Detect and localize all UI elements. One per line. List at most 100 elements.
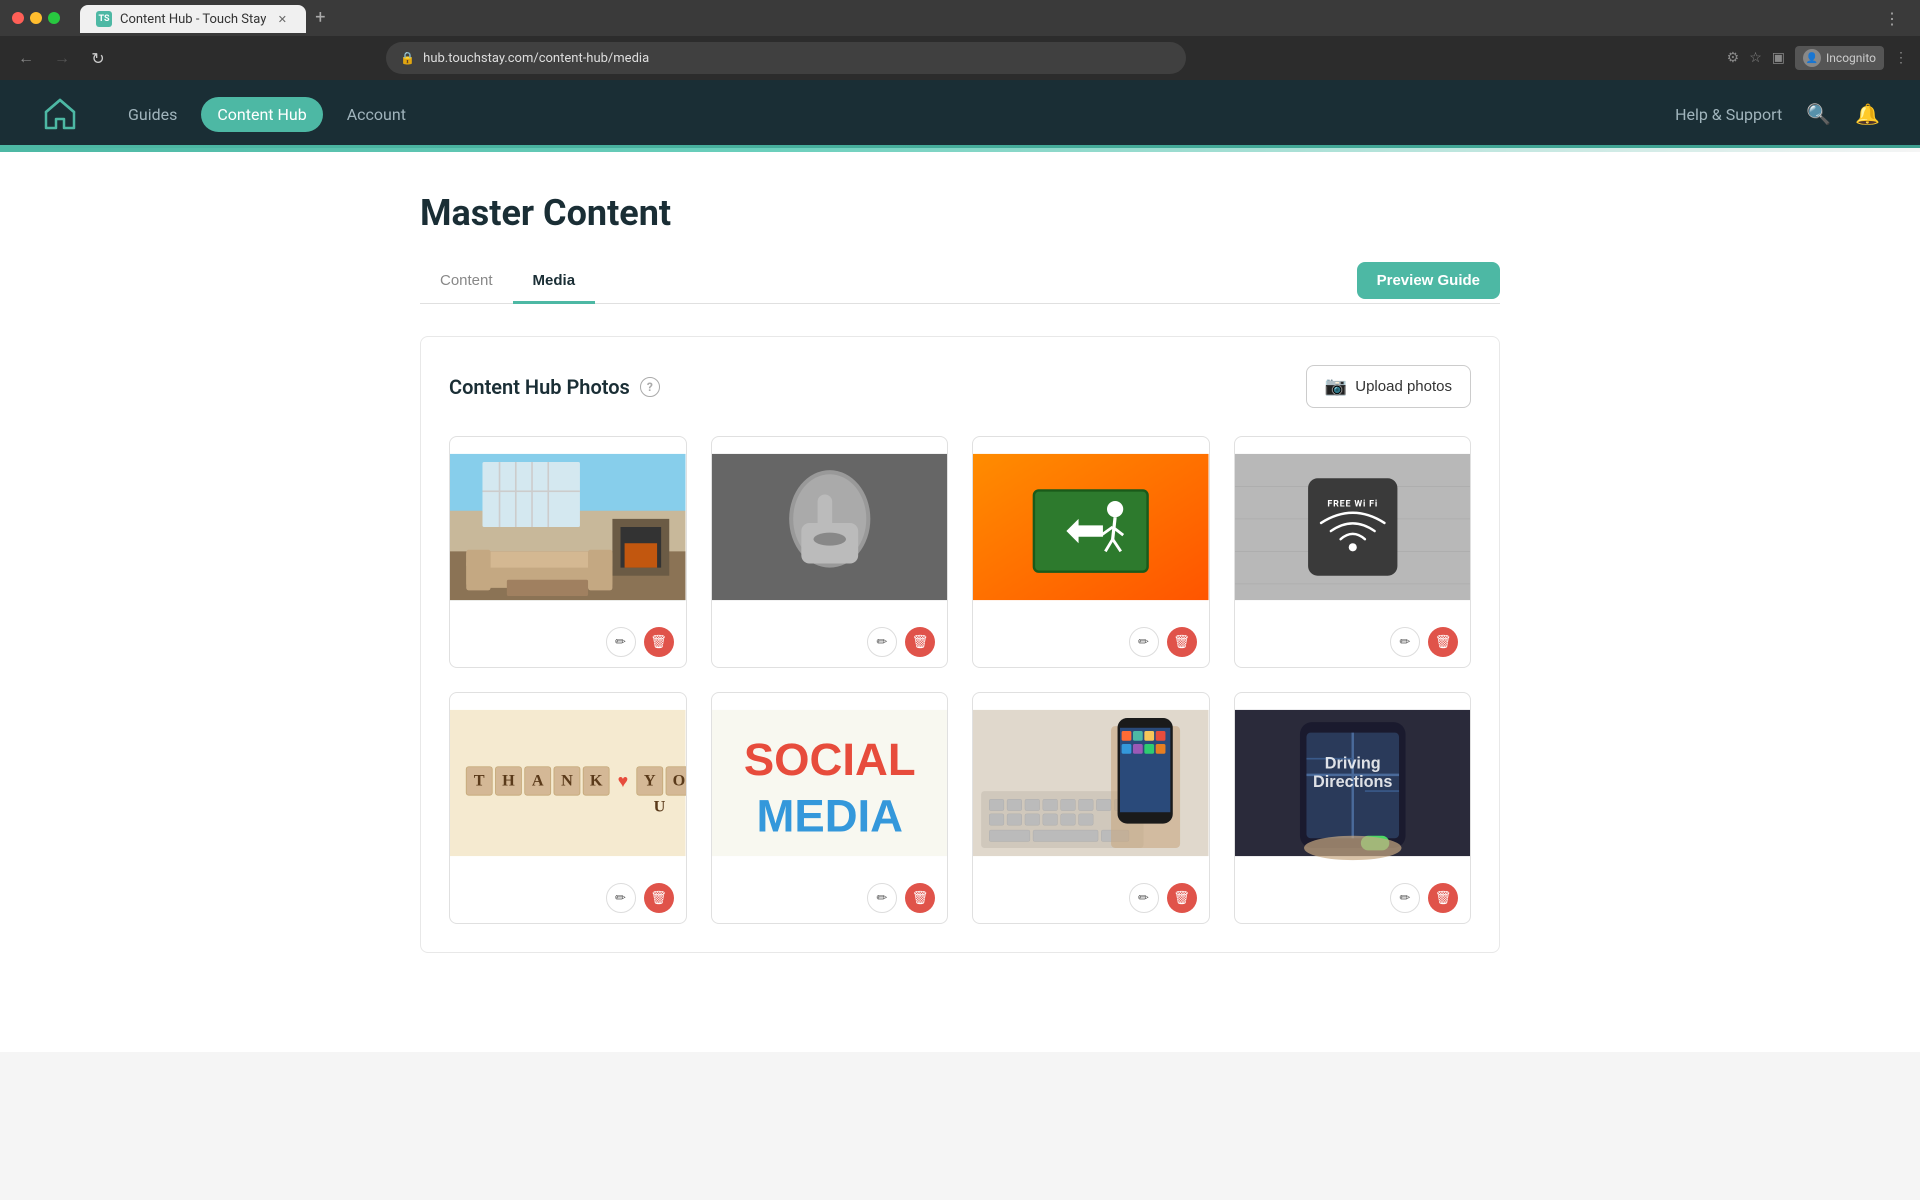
browser-addressbar: ← → ↻ 🔒 hub.touchstay.com/content-hub/me…: [0, 36, 1920, 80]
delete-photo-button[interactable]: 🗑: [1428, 883, 1458, 913]
tab-content[interactable]: Content: [420, 262, 513, 303]
tab-media[interactable]: Media: [513, 262, 596, 303]
edit-photo-button[interactable]: ✏: [867, 627, 897, 657]
home-icon: [42, 96, 78, 132]
svg-text:MEDIA: MEDIA: [756, 791, 903, 842]
svg-text:U: U: [654, 797, 666, 815]
photo-card-actions: ✏ 🗑: [1235, 873, 1471, 923]
svg-text:O: O: [673, 771, 686, 789]
photo-card: FREE Wi Fi ✏ 🗑: [1234, 436, 1472, 668]
edit-photo-button[interactable]: ✏: [1390, 627, 1420, 657]
tab-close-button[interactable]: ✕: [274, 11, 290, 27]
photo-image-wrapper: [973, 693, 1209, 873]
nav-links: Guides Content Hub Account: [112, 97, 422, 132]
traffic-lights: [12, 12, 60, 24]
photos-title-group: Content Hub Photos ?: [449, 375, 660, 399]
minimize-window-button[interactable]: [30, 12, 42, 24]
browser-titlebar: TS Content Hub - Touch Stay ✕ + ⋮: [0, 0, 1920, 36]
photos-section: Content Hub Photos ? 📷 Upload photos: [420, 336, 1500, 953]
help-support-link[interactable]: Help & Support: [1675, 105, 1782, 124]
edit-photo-button[interactable]: ✏: [1129, 627, 1159, 657]
edit-photo-button[interactable]: ✏: [867, 883, 897, 913]
photo-image-wrapper: [973, 437, 1209, 617]
photo-image-socialmedia: SOCIAL MEDIA: [712, 693, 948, 873]
sidebar-icon[interactable]: ▣: [1772, 50, 1785, 66]
svg-text:N: N: [561, 771, 573, 789]
photo-image-wrapper: SOCIAL MEDIA: [712, 693, 948, 873]
edit-photo-button[interactable]: ✏: [1129, 883, 1159, 913]
nav-content-hub[interactable]: Content Hub: [201, 97, 322, 132]
upload-photos-label: Upload photos: [1355, 378, 1452, 395]
extensions-icon[interactable]: ⚙: [1727, 50, 1740, 66]
edit-photo-button[interactable]: ✏: [606, 883, 636, 913]
delete-photo-button[interactable]: 🗑: [1167, 627, 1197, 657]
photo-card: ✏ 🗑: [972, 692, 1210, 924]
app-logo[interactable]: [40, 94, 80, 134]
reload-button[interactable]: ↻: [84, 44, 112, 72]
photo-image-living-room: [450, 437, 686, 617]
photos-header: Content Hub Photos ? 📷 Upload photos: [449, 365, 1471, 408]
photo-image-wrapper: FREE Wi Fi: [1235, 437, 1471, 617]
help-tooltip-icon[interactable]: ?: [640, 377, 660, 397]
window-controls-right: ⋮: [1884, 9, 1908, 28]
svg-text:Driving: Driving: [1324, 754, 1380, 772]
photo-image-wrapper: Driving Directions: [1235, 693, 1471, 873]
svg-text:H: H: [502, 771, 515, 789]
photos-section-title: Content Hub Photos: [449, 375, 630, 399]
delete-photo-button[interactable]: 🗑: [1428, 627, 1458, 657]
svg-text:FREE Wi Fi: FREE Wi Fi: [1327, 500, 1378, 510]
content-wrapper: Master Content Content Media Preview Gui…: [0, 152, 1920, 1052]
preview-guide-button[interactable]: Preview Guide: [1357, 262, 1500, 299]
edit-photo-button[interactable]: ✏: [606, 627, 636, 657]
maximize-window-button[interactable]: [48, 12, 60, 24]
browser-chrome: TS Content Hub - Touch Stay ✕ + ⋮ ← → ↻ …: [0, 0, 1920, 80]
url-text: hub.touchstay.com/content-hub/media: [423, 51, 649, 66]
photo-card: ✏ 🗑: [449, 436, 687, 668]
tab-title: Content Hub - Touch Stay: [120, 12, 266, 27]
edit-photo-button[interactable]: ✏: [1390, 883, 1420, 913]
lock-icon: 🔒: [400, 51, 415, 65]
incognito-badge[interactable]: 👤 Incognito: [1795, 46, 1884, 70]
delete-photo-button[interactable]: 🗑: [905, 883, 935, 913]
delete-photo-button[interactable]: 🗑: [1167, 883, 1197, 913]
photo-card-actions: ✏ 🗑: [973, 617, 1209, 667]
delete-photo-button[interactable]: 🗑: [644, 627, 674, 657]
tab-favicon: TS: [96, 11, 112, 27]
svg-text:Y: Y: [644, 771, 656, 789]
svg-text:T: T: [474, 771, 485, 789]
close-window-button[interactable]: [12, 12, 24, 24]
photo-card: ✏ 🗑: [972, 436, 1210, 668]
search-icon[interactable]: 🔍: [1806, 102, 1831, 126]
forward-button[interactable]: →: [48, 44, 76, 72]
delete-photo-button[interactable]: 🗑: [905, 627, 935, 657]
camera-icon: 📷: [1325, 376, 1347, 397]
browser-tabs: TS Content Hub - Touch Stay ✕ +: [80, 3, 1876, 33]
avatar-icon: 👤: [1803, 49, 1821, 67]
delete-photo-button[interactable]: 🗑: [644, 883, 674, 913]
upload-photos-button[interactable]: 📷 Upload photos: [1306, 365, 1471, 408]
photo-card-actions: ✏ 🗑: [712, 617, 948, 667]
photo-card: T H A N: [449, 692, 687, 924]
nav-account[interactable]: Account: [331, 97, 422, 132]
svg-text:A: A: [532, 771, 544, 789]
notifications-icon[interactable]: 🔔: [1855, 102, 1880, 126]
new-tab-button[interactable]: +: [306, 3, 334, 31]
photo-card: SOCIAL MEDIA ✏ 🗑: [711, 692, 949, 924]
menu-icon[interactable]: ⋮: [1894, 50, 1908, 66]
photo-image-wrapper: [712, 437, 948, 617]
main-content: Master Content Content Media Preview Gui…: [360, 152, 1560, 1052]
page-title: Master Content: [420, 192, 1500, 234]
photo-card: Driving Directions ✏ 🗑: [1234, 692, 1472, 924]
photo-image-exit: [973, 437, 1209, 617]
back-button[interactable]: ←: [12, 44, 40, 72]
photo-image-wrapper: [450, 437, 686, 617]
addressbar-right-icons: ⚙ ☆ ▣ 👤 Incognito ⋮: [1727, 46, 1908, 70]
photo-image-driving: Driving Directions: [1235, 693, 1471, 873]
photo-card-actions: ✏ 🗑: [450, 617, 686, 667]
incognito-label: Incognito: [1826, 51, 1876, 65]
photo-image-wrapper: T H A N: [450, 693, 686, 873]
nav-guides[interactable]: Guides: [112, 97, 193, 132]
bookmark-icon[interactable]: ☆: [1749, 50, 1762, 66]
address-bar[interactable]: 🔒 hub.touchstay.com/content-hub/media: [386, 42, 1186, 74]
active-tab[interactable]: TS Content Hub - Touch Stay ✕: [80, 5, 306, 33]
